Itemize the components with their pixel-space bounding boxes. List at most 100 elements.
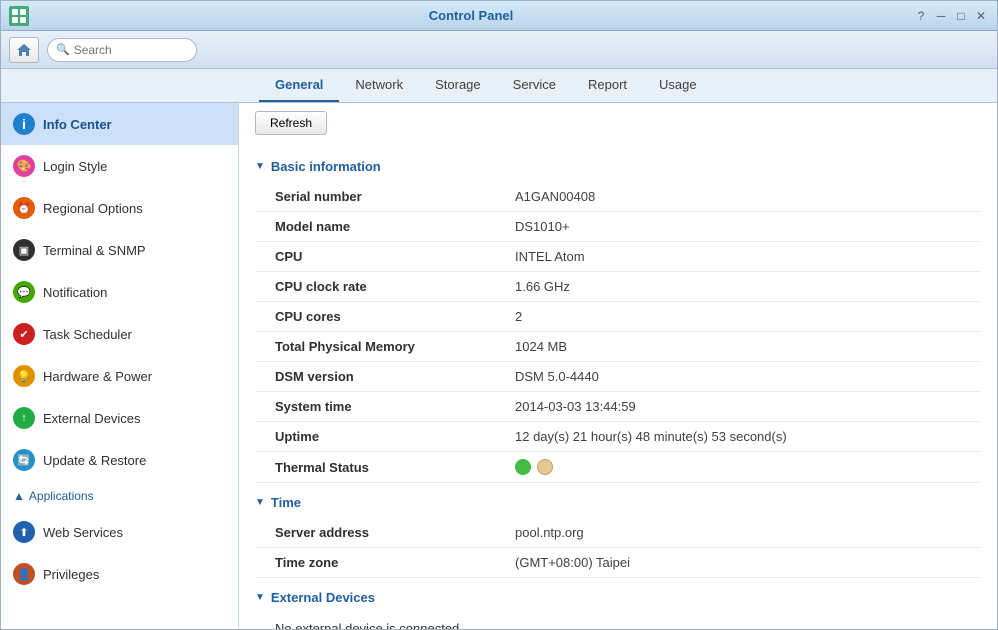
sidebar-item-terminal-snmp[interactable]: ▣ Terminal & SNMP [1, 229, 238, 271]
table-row: System time 2014-03-03 13:44:59 [255, 392, 981, 422]
row-value: 2014-03-03 13:44:59 [495, 392, 981, 422]
sidebar-item-privileges[interactable]: 👤 Privileges [1, 553, 238, 595]
refresh-button[interactable]: Refresh [255, 111, 327, 135]
table-row: CPU clock rate 1.66 GHz [255, 272, 981, 302]
tabs-bar: General Network Storage Service Report U… [1, 69, 997, 103]
privileges-icon: 👤 [13, 563, 35, 585]
row-label: System time [255, 392, 495, 422]
notification-icon: 💬 [13, 281, 35, 303]
web-services-icon: ⬆ [13, 521, 35, 543]
sidebar-item-label: External Devices [43, 411, 141, 426]
external-devices-icon: ↑ [13, 407, 35, 429]
time-title: Time [271, 495, 301, 510]
search-icon: 🔍 [56, 43, 70, 56]
sidebar-item-info-center[interactable]: i Info Center [1, 103, 238, 145]
home-button[interactable] [9, 37, 39, 63]
titlebar-left [9, 6, 29, 26]
row-value: A1GAN00408 [495, 182, 981, 212]
time-header: ▼ Time [255, 491, 981, 514]
close-button[interactable]: ✕ [973, 8, 989, 24]
sidebar-item-login-style[interactable]: 🎨 Login Style [1, 145, 238, 187]
table-row: Serial number A1GAN00408 [255, 182, 981, 212]
row-label: CPU clock rate [255, 272, 495, 302]
thermal-dot-green [515, 459, 531, 475]
tab-service[interactable]: Service [497, 69, 572, 102]
content-inner: Refresh ▼ Basic information Serial numbe… [239, 103, 997, 629]
tab-network[interactable]: Network [339, 69, 419, 102]
row-label: Serial number [255, 182, 495, 212]
sidebar-item-web-services[interactable]: ⬆ Web Services [1, 511, 238, 553]
app-icon [9, 6, 29, 26]
row-value: INTEL Atom [495, 242, 981, 272]
tab-general[interactable]: General [259, 69, 339, 102]
sidebar-item-label: Update & Restore [43, 453, 146, 468]
tab-storage[interactable]: Storage [419, 69, 497, 102]
table-row: CPU INTEL Atom [255, 242, 981, 272]
time-table: Server address pool.ntp.org Time zone (G… [255, 518, 981, 578]
thermal-indicators [515, 459, 973, 475]
tab-usage[interactable]: Usage [643, 69, 713, 102]
sidebar-item-regional-options[interactable]: ⏰ Regional Options [1, 187, 238, 229]
sidebar-item-label: Regional Options [43, 201, 143, 216]
row-value: 2 [495, 302, 981, 332]
row-value: (GMT+08:00) Taipei [495, 548, 981, 578]
table-row: DSM version DSM 5.0-4440 [255, 362, 981, 392]
table-row: Server address pool.ntp.org [255, 518, 981, 548]
login-style-icon: 🎨 [13, 155, 35, 177]
sidebar-item-label: Terminal & SNMP [43, 243, 146, 258]
sidebar-item-label: Privileges [43, 567, 99, 582]
search-box: 🔍 [47, 38, 197, 62]
maximize-button[interactable]: □ [953, 8, 969, 24]
row-label: CPU [255, 242, 495, 272]
row-label: Thermal Status [255, 452, 495, 483]
content-area: Refresh ▼ Basic information Serial numbe… [239, 103, 997, 629]
sidebar-item-task-scheduler[interactable]: ✔ Task Scheduler [1, 313, 238, 355]
info-center-icon: i [13, 113, 35, 135]
basic-info-title: Basic information [271, 159, 381, 174]
no-external-device-msg: No external device is connected. [255, 613, 981, 629]
row-label: Uptime [255, 422, 495, 452]
sidebar-item-update-restore[interactable]: 🔄 Update & Restore [1, 439, 238, 481]
control-panel-window: Control Panel ? ─ □ ✕ 🔍 General Network … [0, 0, 998, 630]
table-row: CPU cores 2 [255, 302, 981, 332]
main-area: i Info Center 🎨 Login Style ⏰ Regional O… [1, 103, 997, 629]
row-value: 1024 MB [495, 332, 981, 362]
toolbar: 🔍 [1, 31, 997, 69]
help-button[interactable]: ? [913, 8, 929, 24]
sidebar: i Info Center 🎨 Login Style ⏰ Regional O… [1, 103, 239, 629]
tab-report[interactable]: Report [572, 69, 643, 102]
row-value: DS1010+ [495, 212, 981, 242]
sidebar-item-label: Web Services [43, 525, 123, 540]
basic-info-table: Serial number A1GAN00408 Model name DS10… [255, 182, 981, 483]
row-label: Model name [255, 212, 495, 242]
sidebar-item-external-devices[interactable]: ↑ External Devices [1, 397, 238, 439]
table-row: Uptime 12 day(s) 21 hour(s) 48 minute(s)… [255, 422, 981, 452]
applications-label: Applications [29, 489, 94, 503]
search-input[interactable] [74, 43, 184, 57]
update-restore-icon: 🔄 [13, 449, 35, 471]
row-value-thermal [495, 452, 981, 483]
table-row-thermal: Thermal Status [255, 452, 981, 483]
row-label: CPU cores [255, 302, 495, 332]
table-row: Total Physical Memory 1024 MB [255, 332, 981, 362]
external-devices-title: External Devices [271, 590, 375, 605]
row-label: Time zone [255, 548, 495, 578]
external-devices-toggle[interactable]: ▼ [255, 592, 265, 603]
minimize-button[interactable]: ─ [933, 8, 949, 24]
row-value: pool.ntp.org [495, 518, 981, 548]
applications-section-header[interactable]: ▲ Applications [1, 481, 238, 511]
basic-info-header: ▼ Basic information [255, 155, 981, 178]
sidebar-item-notification[interactable]: 💬 Notification [1, 271, 238, 313]
thermal-dot-yellow [537, 459, 553, 475]
table-row: Model name DS1010+ [255, 212, 981, 242]
row-value: 12 day(s) 21 hour(s) 48 minute(s) 53 sec… [495, 422, 981, 452]
row-value: 1.66 GHz [495, 272, 981, 302]
window-controls: ? ─ □ ✕ [913, 8, 989, 24]
sidebar-item-label: Info Center [43, 117, 112, 132]
time-toggle[interactable]: ▼ [255, 497, 265, 508]
terminal-snmp-icon: ▣ [13, 239, 35, 261]
row-label: DSM version [255, 362, 495, 392]
basic-info-toggle[interactable]: ▼ [255, 161, 265, 172]
titlebar: Control Panel ? ─ □ ✕ [1, 1, 997, 31]
sidebar-item-hardware-power[interactable]: 💡 Hardware & Power [1, 355, 238, 397]
